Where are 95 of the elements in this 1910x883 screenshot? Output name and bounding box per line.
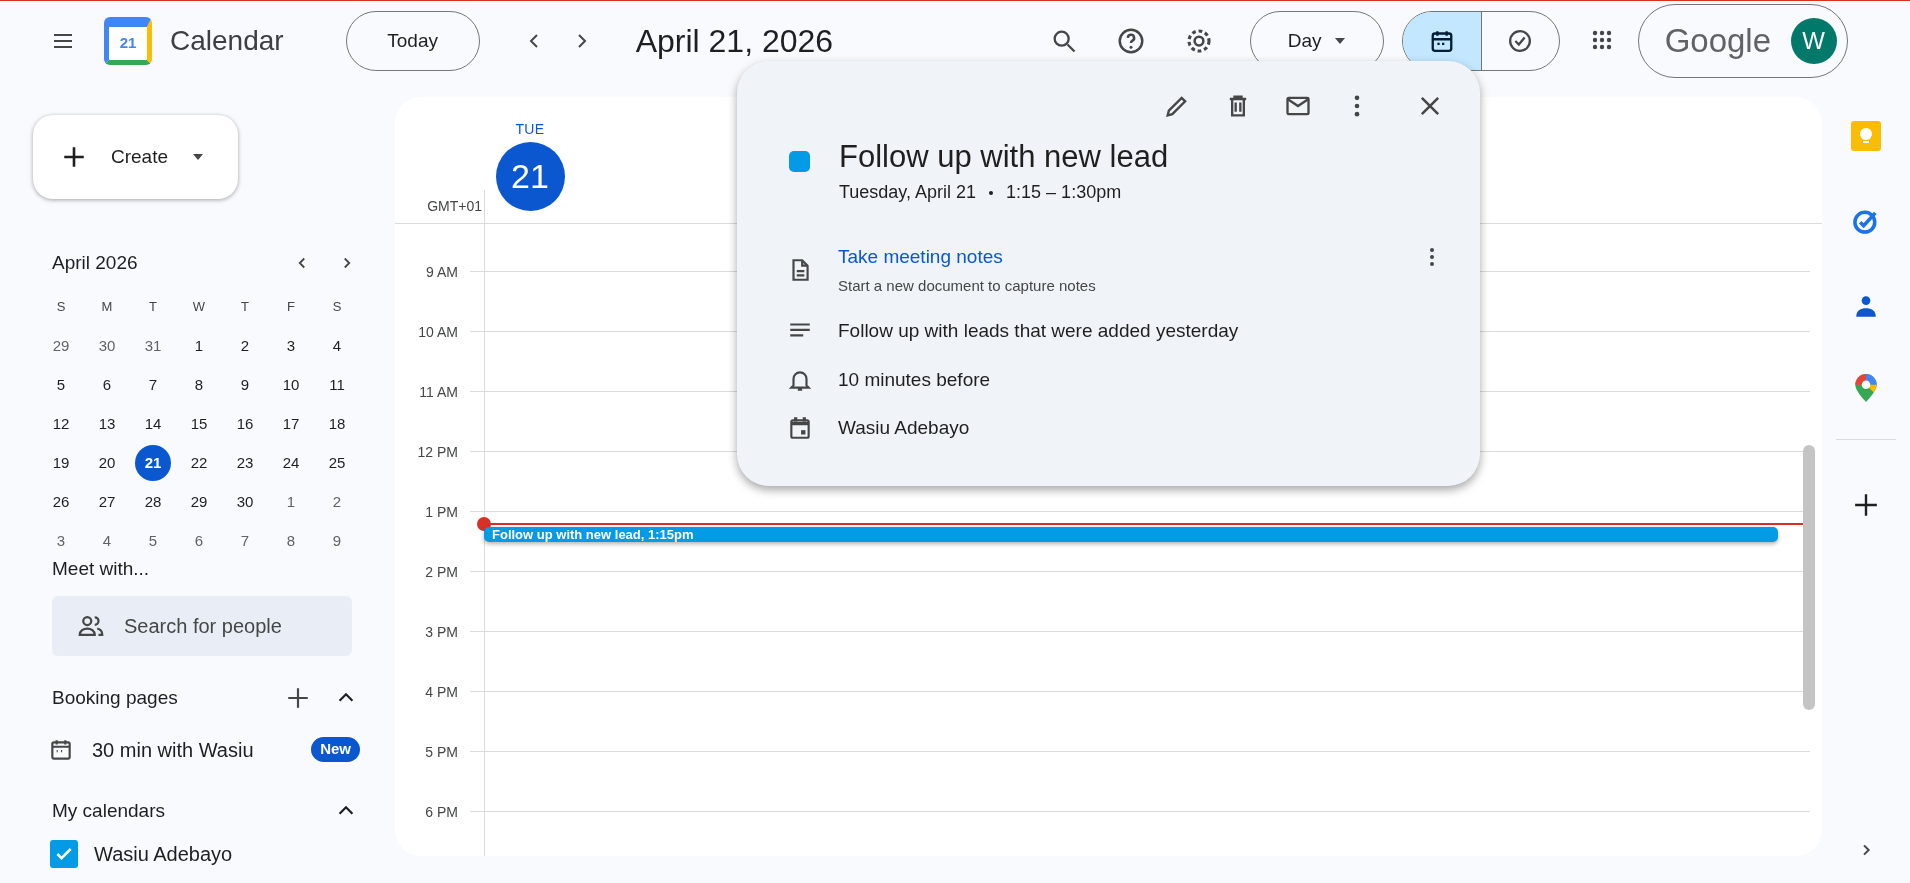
date-cell[interactable]: 28 <box>135 484 171 520</box>
date-cell[interactable]: 21 <box>135 445 171 481</box>
map-pin-icon[interactable] <box>1853 373 1879 403</box>
date-cell[interactable]: 5 <box>43 367 79 403</box>
hour-label: 5 PM <box>425 743 458 762</box>
new-badge: New <box>311 737 360 762</box>
date-cell[interactable]: 5 <box>135 523 171 559</box>
date-cell[interactable]: 30 <box>89 328 125 364</box>
event-time: 1:15 – 1:30pm <box>1006 181 1122 204</box>
meeting-notes-link[interactable]: Take meeting notes <box>838 243 1003 272</box>
calendar-icon <box>787 415 813 442</box>
date-cell[interactable]: 17 <box>273 406 309 442</box>
date-cell[interactable]: 19 <box>43 445 79 481</box>
date-badge[interactable]: 21 <box>495 142 565 211</box>
weekday-label: T <box>149 298 157 317</box>
section-heading: Booking pages <box>52 686 179 710</box>
date-cell[interactable]: 3 <box>43 523 79 559</box>
date-cell[interactable]: 22 <box>181 445 217 481</box>
date-cell[interactable]: 20 <box>89 445 125 481</box>
date-cell[interactable]: 31 <box>135 328 171 364</box>
section-heading: My calendars <box>52 798 166 823</box>
date-title: April 21, 2026 <box>635 22 835 61</box>
date-cell[interactable]: 26 <box>43 484 79 520</box>
date-cell[interactable]: 8 <box>273 523 309 559</box>
date-cell[interactable]: 3 <box>273 328 309 364</box>
date-cell[interactable]: 10 <box>273 367 309 403</box>
date-cell[interactable]: 27 <box>89 484 125 520</box>
date-cell[interactable]: 11 <box>319 367 355 403</box>
weekday-label: F <box>287 298 295 317</box>
date-cell[interactable]: 13 <box>89 406 125 442</box>
date-cell[interactable]: 7 <box>227 523 263 559</box>
hour-label: 4 PM <box>425 683 458 702</box>
event-title: Follow up with new lead <box>839 138 1169 176</box>
weekday-label: M <box>101 298 113 317</box>
weekday-label: T <box>241 298 249 317</box>
date-cell[interactable]: 7 <box>135 367 171 403</box>
date-cell[interactable]: 15 <box>181 406 217 442</box>
month-title: April 2026 <box>52 251 139 275</box>
section-heading: Meet with... <box>52 556 151 581</box>
date-cell[interactable]: 18 <box>319 406 355 442</box>
caret-icon <box>192 153 205 161</box>
hour-label: 6 PM <box>425 803 458 822</box>
date-cell[interactable]: 12 <box>43 406 79 442</box>
event-date: Tuesday, April 21 <box>839 181 977 204</box>
date-cell[interactable]: 8 <box>181 367 217 403</box>
person-icon[interactable] <box>1853 293 1879 319</box>
avatar: W <box>1790 18 1837 64</box>
calendar-owner: Wasiu Adebayo <box>838 416 971 440</box>
calendar-checkbox[interactable] <box>50 840 78 868</box>
weekday-label: TUE <box>515 120 545 139</box>
caret-icon <box>1333 37 1346 45</box>
weekday-label: S <box>56 298 66 317</box>
date-cell[interactable]: 30 <box>227 484 263 520</box>
hour-label: 10 AM <box>418 323 458 342</box>
weekday-label: S <box>332 298 342 317</box>
date-cell[interactable]: 2 <box>227 328 263 364</box>
date-cell[interactable]: 25 <box>319 445 355 481</box>
date-cell[interactable]: 29 <box>181 484 217 520</box>
people-search-field[interactable]: Search for people <box>52 596 352 656</box>
plus-icon[interactable] <box>1853 492 1879 518</box>
calendar-name: Wasiu Adebayo <box>94 842 233 867</box>
date-cell[interactable]: 2 <box>319 484 355 520</box>
calendar-icon <box>1430 30 1453 52</box>
hour-label: 3 PM <box>425 623 458 642</box>
date-cell[interactable]: 9 <box>319 523 355 559</box>
date-cell[interactable]: 24 <box>273 445 309 481</box>
date-cell[interactable]: 6 <box>181 523 217 559</box>
reminder-text: 10 minutes before <box>838 367 992 392</box>
plus-icon <box>61 144 87 170</box>
date-cell[interactable]: 1 <box>181 328 217 364</box>
calendar-logo: 21 <box>104 17 152 65</box>
check-circle-icon <box>1509 30 1532 52</box>
hour-label: 1 PM <box>425 503 458 522</box>
people-search-input[interactable]: Search for people <box>124 611 344 641</box>
date-cell[interactable]: 14 <box>135 406 171 442</box>
scrollbar-thumb[interactable] <box>1803 445 1815 710</box>
event-description: Follow up with leads that were added yesterday <box>838 319 1240 343</box>
date-cell[interactable]: 4 <box>89 523 125 559</box>
weekday-label: W <box>192 298 206 317</box>
hour-label: 9 AM <box>426 263 458 282</box>
date-cell[interactable]: 23 <box>227 445 263 481</box>
date-cell[interactable]: 1 <box>273 484 309 520</box>
attachment-subtitle: Start a new document to capture notes <box>838 275 1097 296</box>
create-button[interactable]: Create <box>33 115 238 199</box>
hour-label: 2 PM <box>425 563 458 582</box>
date-cell[interactable]: 4 <box>319 328 355 364</box>
app-title: Calendar <box>170 24 284 58</box>
date-cell[interactable]: 6 <box>89 367 125 403</box>
hour-label: 11 AM <box>419 383 458 402</box>
hour-label: 12 PM <box>417 443 458 462</box>
date-cell[interactable]: 16 <box>227 406 263 442</box>
booking-page-item[interactable]: 30 min with Wasiu <box>92 734 312 765</box>
timezone-label: GMT+01 <box>427 197 482 216</box>
date-cell[interactable]: 9 <box>227 367 263 403</box>
date-cell[interactable]: 29 <box>43 328 79 364</box>
